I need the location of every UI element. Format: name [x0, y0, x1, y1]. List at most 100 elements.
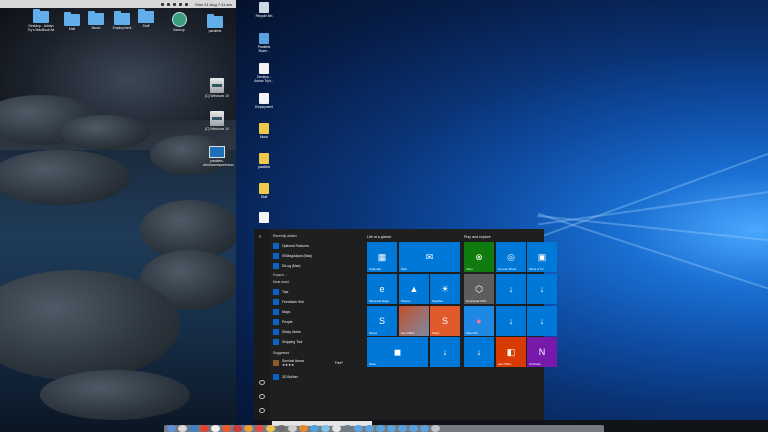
download-arrow-icon: ↓	[508, 284, 514, 294]
app-list-item[interactable]: Feedback Hub	[273, 297, 343, 307]
tile-get-office[interactable]: Get Office	[399, 306, 429, 336]
mac-desktop-icon[interactable]: [C] Windows 10	[203, 111, 231, 131]
folder-icon[interactable]	[354, 425, 363, 432]
app-icon[interactable]	[299, 425, 308, 432]
tile-onenote[interactable]: N OneNote	[527, 337, 557, 367]
power-icon[interactable]	[259, 408, 265, 413]
app-icon[interactable]	[288, 425, 297, 432]
mac-desktop-icon[interactable]: parallels-windowsimportwizso	[203, 146, 234, 167]
mac-desktop-icon[interactable]: Stuff	[132, 9, 160, 28]
mac-desktop-icon[interactable]: Desktop - Adrian Try's MacBook Air	[27, 9, 55, 32]
tile-download[interactable]: ↓	[464, 337, 494, 367]
calendar-icon: ▦	[377, 252, 387, 262]
app-icon	[273, 253, 279, 259]
mac-desktop-icon[interactable]: [C] Windows 10	[203, 78, 231, 98]
folder-icon[interactable]	[387, 425, 396, 432]
wallpaper-light-beam	[537, 214, 768, 242]
menubar-status-icon[interactable]	[173, 2, 177, 6]
trash-icon[interactable]	[431, 425, 440, 432]
folder-icon	[138, 9, 154, 23]
win-desktop-icon[interactable]: Desktop - Adrian Try's...	[254, 63, 274, 83]
win-desktop-icon[interactable]: Parallels Share...	[254, 33, 274, 53]
folder-icon[interactable]	[409, 425, 418, 432]
win-desktop-icon[interactable]: Employment	[254, 93, 274, 109]
win-desktop-icon[interactable]: Stuff	[254, 183, 274, 199]
app-list-item[interactable]: SSMagAdjust (Mac)	[273, 251, 343, 261]
tile-weather[interactable]: ☀ Weather	[430, 274, 460, 304]
tile-download[interactable]: ↓	[527, 306, 557, 336]
photos-icon[interactable]	[222, 425, 231, 432]
wallpaper-rock	[60, 115, 150, 150]
chrome-icon[interactable]	[200, 425, 209, 432]
tile-store[interactable]: ◼ Store	[367, 337, 428, 367]
tile-mail[interactable]: ✉ Mail	[399, 242, 460, 272]
safari-icon[interactable]	[189, 425, 198, 432]
win-desktop-icon[interactable]	[254, 212, 274, 224]
app-list-item[interactable]: Maps	[273, 307, 343, 317]
tile-download[interactable]: ↓	[496, 274, 526, 304]
app-icon[interactable]	[321, 425, 330, 432]
folder-icon	[64, 12, 80, 26]
parallels-share-icon	[259, 33, 269, 44]
tile-calendar[interactable]: ▦ Calendar	[367, 242, 397, 272]
app-icon	[273, 319, 279, 325]
tile-paint-3d[interactable]: ● Paint 3D	[464, 306, 494, 336]
app-list-item[interactable]: People	[273, 317, 343, 327]
folder-icon[interactable]	[365, 425, 374, 432]
folder-icon[interactable]	[376, 425, 385, 432]
app-list-item[interactable]: 3D Builder	[273, 372, 343, 382]
win-desktop-icon[interactable]: Recycle Bin	[254, 2, 274, 18]
wifi-icon[interactable]	[179, 2, 183, 6]
app-icon[interactable]	[332, 425, 341, 432]
tile-download[interactable]: ↓	[496, 306, 526, 336]
win-desktop-icon[interactable]: parallels	[254, 153, 274, 169]
settings-gear-icon[interactable]	[259, 394, 265, 399]
app-icon	[273, 299, 279, 305]
app-icon[interactable]	[310, 425, 319, 432]
battery-icon[interactable]	[185, 2, 189, 6]
tile-skype[interactable]: S Skype	[367, 306, 397, 336]
suggested-app[interactable]: Survival Arena ★★★★ Free*	[273, 358, 343, 368]
app-list-item[interactable]: Sticky Notes	[273, 327, 343, 337]
tile-download[interactable]: ↓	[527, 274, 557, 304]
expand-link[interactable]: Expand ⌄	[273, 273, 343, 277]
menubar-status-icon[interactable]	[167, 2, 171, 6]
tile-download-vpn[interactable]: ⬡ Download VPN	[464, 274, 494, 304]
app-icon[interactable]	[244, 425, 253, 432]
app-list-item[interactable]: Optional Features	[273, 241, 343, 251]
hamburger-menu-icon[interactable]: ≡	[259, 234, 265, 239]
folder-icon[interactable]	[398, 425, 407, 432]
tile-groove-music[interactable]: ◎ Groove Music	[496, 242, 526, 272]
user-icon[interactable]	[259, 380, 265, 385]
app-list-item[interactable]: Tips	[273, 287, 343, 297]
mac-desktop-icon[interactable]: Music	[82, 11, 110, 30]
app-icon	[273, 329, 279, 335]
app-icon[interactable]	[266, 425, 275, 432]
tile-get-office[interactable]: ◧ Get Office	[496, 337, 526, 367]
app-icon[interactable]	[343, 425, 352, 432]
calendar-icon[interactable]	[211, 425, 220, 432]
app-list-item[interactable]: DiLog (Mac)	[273, 261, 343, 271]
tile-photos[interactable]: ▲ Photos	[399, 274, 429, 304]
tile-edge[interactable]: e Microsoft Edge	[367, 274, 397, 304]
tile-films-tv[interactable]: ▣ Films & TV	[527, 242, 557, 272]
mac-desktop-icon[interactable]: parallels	[201, 14, 229, 33]
start-menu: ≡ Recently added Optional Features SSMag…	[254, 229, 557, 422]
tile-group-title: Life at a glance	[367, 235, 392, 239]
mac-desktop-icon[interactable]: Backup	[165, 12, 193, 32]
menubar-clock[interactable]: Mon 21 Aug 7:11 am	[195, 2, 232, 7]
app-icon[interactable]	[233, 425, 242, 432]
folder-icon	[207, 14, 223, 28]
app-list-item[interactable]: Snipping Tool	[273, 337, 343, 347]
tile-sway[interactable]: S Sway	[430, 306, 460, 336]
tile-download[interactable]: ↓	[430, 337, 460, 367]
app-icon[interactable]	[255, 425, 264, 432]
win-desktop-icon[interactable]: Music	[254, 123, 274, 139]
app-icon[interactable]	[277, 425, 286, 432]
finder-icon[interactable]	[167, 425, 176, 432]
drive-icon	[210, 111, 224, 126]
tile-xbox[interactable]: ⊗ Xbox	[464, 242, 494, 272]
menubar-status-icon[interactable]	[161, 2, 165, 6]
launchpad-icon[interactable]	[178, 425, 187, 432]
folder-icon[interactable]	[420, 425, 429, 432]
